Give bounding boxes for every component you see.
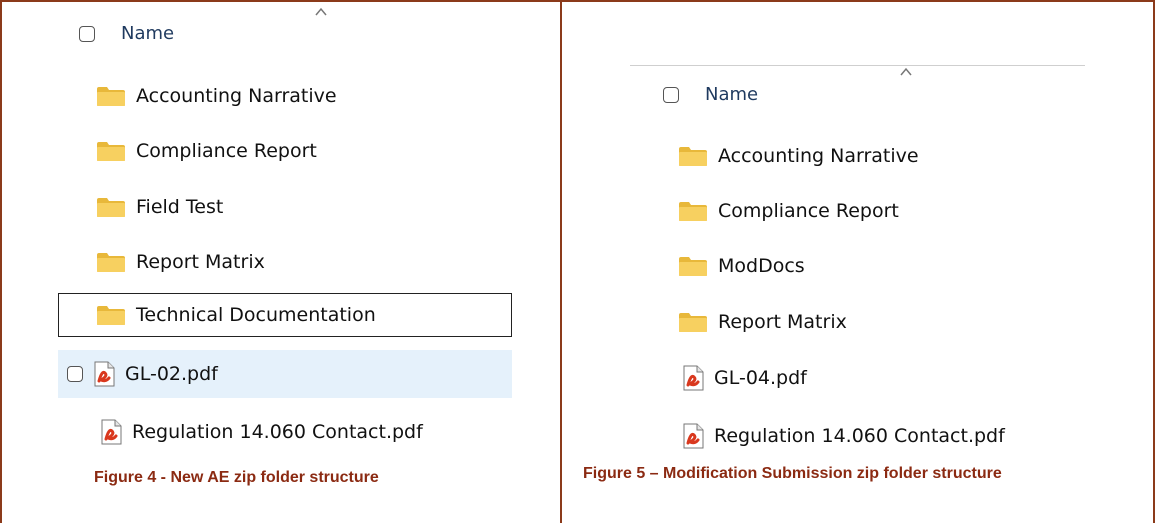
select-all-checkbox[interactable] xyxy=(79,25,95,42)
list-item-pdf[interactable]: Regulation 14.060 Contact.pdf xyxy=(100,412,520,452)
folder-icon xyxy=(97,87,125,106)
list-item-folder[interactable]: Accounting Narrative xyxy=(96,76,516,116)
folder-icon xyxy=(97,253,125,272)
name-column-label: Name xyxy=(705,84,759,105)
item-label: GL-04.pdf xyxy=(714,367,807,389)
folder-icon xyxy=(679,313,707,332)
sort-caret-up-icon[interactable] xyxy=(315,6,327,18)
name-column-label: Name xyxy=(121,23,175,44)
folder-icon xyxy=(97,306,125,325)
pdf-file-icon xyxy=(94,361,115,387)
list-item-folder[interactable]: Compliance Report xyxy=(96,131,516,171)
pdf-file-icon xyxy=(683,423,704,449)
list-item-folder[interactable]: Compliance Report xyxy=(678,191,1098,231)
list-item-pdf-hovered[interactable]: GL-02.pdf xyxy=(58,350,512,398)
pdf-file-icon xyxy=(101,419,122,445)
item-label: Report Matrix xyxy=(136,251,265,273)
select-all-checkbox[interactable] xyxy=(663,86,679,103)
list-item-folder-focused[interactable]: Technical Documentation xyxy=(58,293,512,337)
folder-icon xyxy=(97,142,125,161)
list-item-pdf[interactable]: Regulation 14.060 Contact.pdf xyxy=(682,416,1102,456)
item-label: Accounting Narrative xyxy=(718,145,919,167)
item-label: Regulation 14.060 Contact.pdf xyxy=(714,425,1005,447)
item-label: Technical Documentation xyxy=(136,304,376,326)
list-item-folder[interactable]: Field Test xyxy=(96,187,516,227)
figure-caption: Figure 4 - New AE zip folder structure xyxy=(94,469,379,486)
folder-icon xyxy=(97,198,125,217)
item-label: Report Matrix xyxy=(718,311,847,333)
list-item-pdf[interactable]: GL-04.pdf xyxy=(682,358,1102,398)
header-separator xyxy=(630,65,1085,66)
item-label: Accounting Narrative xyxy=(136,85,337,107)
list-item-folder[interactable]: Accounting Narrative xyxy=(678,136,1098,176)
right-explorer-panel: Name Accounting Narrative Compliance Rep… xyxy=(562,0,1153,523)
pdf-file-icon xyxy=(683,365,704,391)
list-item-folder[interactable]: Report Matrix xyxy=(96,242,516,282)
figure-caption: Figure 5 – Modification Submission zip f… xyxy=(583,465,1002,482)
folder-icon xyxy=(679,202,707,221)
item-label: ModDocs xyxy=(718,255,805,277)
item-label: Field Test xyxy=(136,196,224,218)
item-label: Regulation 14.060 Contact.pdf xyxy=(132,421,423,443)
item-label: GL-02.pdf xyxy=(125,363,218,385)
folder-icon xyxy=(679,257,707,276)
folder-icon xyxy=(679,147,707,166)
name-column-header[interactable]: Name xyxy=(79,23,174,44)
list-item-folder[interactable]: Report Matrix xyxy=(678,302,1098,342)
sort-caret-up-icon[interactable] xyxy=(900,66,912,78)
item-label: Compliance Report xyxy=(718,200,899,222)
left-explorer-panel: Name Accounting Narrative Compliance Rep… xyxy=(2,0,560,523)
row-checkbox[interactable] xyxy=(67,366,83,382)
list-item-folder[interactable]: ModDocs xyxy=(678,246,1098,286)
name-column-header[interactable]: Name xyxy=(663,84,758,105)
item-label: Compliance Report xyxy=(136,140,317,162)
